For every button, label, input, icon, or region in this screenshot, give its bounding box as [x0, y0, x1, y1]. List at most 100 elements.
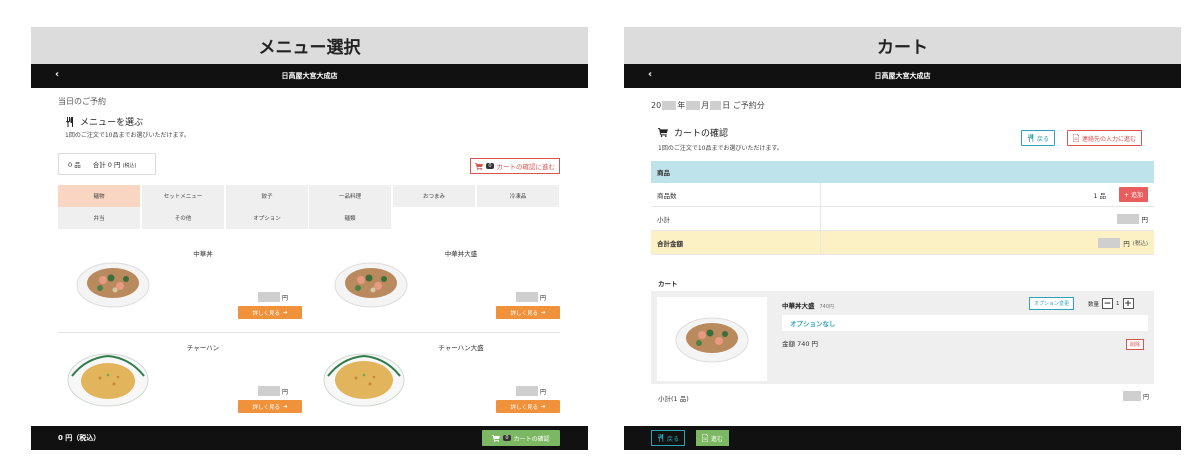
product-price: 円: [257, 292, 288, 302]
cart-panel: カート ‹ 日高屋大宮大成店 20 年 月 日 ご予約分 カートの確認 1回のご…: [624, 27, 1181, 450]
tab-category[interactable]: 餃子: [226, 185, 309, 207]
detail-button[interactable]: 詳しく見る ➔: [496, 306, 560, 319]
add-item-button[interactable]: + 追加: [1119, 187, 1148, 202]
order-limit-note: 1回のご注文で10品までお選びいただけます。: [658, 145, 783, 152]
arrow-right-icon: ➔: [282, 403, 288, 410]
arrow-right-icon: ➔: [540, 403, 546, 410]
detail-button[interactable]: 詳しく見る ➔: [496, 400, 560, 413]
contact-input-button[interactable]: 連絡先の入力に進む: [1067, 130, 1143, 146]
bottom-next-button[interactable]: 進む: [696, 430, 730, 446]
tab-category[interactable]: 麺類: [309, 207, 392, 229]
product-name: チャーハン大盛: [438, 344, 484, 352]
subtotal-label: 小計(1 品): [658, 395, 689, 403]
detail-button[interactable]: 詳しく見る ➔: [238, 306, 302, 319]
cart-icon: [658, 128, 668, 137]
fork-knife-icon: [657, 434, 664, 442]
bottom-bar: 戻る 進む: [624, 426, 1181, 450]
product-price: 円: [515, 292, 546, 302]
product-name: 中華丼: [193, 250, 213, 258]
product-card: 中華丼 円 詳しく見る ➔: [58, 248, 302, 328]
cart-summary-table: 商品 商品数 1 品 + 追加 小計 円 合計金額 円 (税込): [651, 161, 1154, 255]
delete-button[interactable]: 削除: [1126, 339, 1145, 350]
bottom-bar: 0 円（税込） 0 カートの確認: [31, 426, 588, 450]
menu-content: 当日のご予約 メニューを選ぶ 1回のご注文で10品までお選びいただけます。 0 …: [31, 88, 588, 426]
panel-title: メニュー選択: [31, 27, 588, 64]
option-change-button[interactable]: オプション変更: [1029, 297, 1075, 310]
plus-icon: +: [1124, 192, 1130, 199]
day-label: 当日のご予約: [58, 97, 106, 106]
cart-item-name: 中華丼大盛 740円: [782, 302, 835, 310]
total-amount: 合計 0 円 (税込): [92, 161, 137, 169]
item-count-value: 1 品: [1093, 191, 1107, 200]
store-name: 日高屋大宮大成店: [874, 72, 931, 80]
table-row: 合計金額 円 (税込): [651, 231, 1154, 255]
product-price: 円: [257, 386, 288, 396]
product-image: [76, 262, 150, 308]
tab-category[interactable]: 冷凍品: [477, 185, 560, 207]
arrow-right-icon: ➔: [540, 309, 546, 316]
cart-badge: 0: [486, 163, 494, 169]
detail-button[interactable]: 詳しく見る ➔: [238, 400, 302, 413]
product-image: [323, 353, 405, 407]
subtotal-value: 円: [1122, 391, 1149, 401]
document-icon: [702, 434, 708, 442]
tab-category[interactable]: セットメニュー: [142, 185, 225, 207]
section-header: カートの確認: [658, 126, 728, 139]
cart-summary: 0 品 合計 0 円 (税込): [58, 153, 156, 175]
arrow-right-icon: ➔: [282, 309, 288, 316]
fork-knife-icon: [1027, 134, 1034, 142]
cart-confirm-label: カートの確認: [513, 435, 550, 443]
product-price: 円: [515, 386, 546, 396]
bottom-total: 0 円（税込）: [58, 434, 101, 442]
store-navbar: ‹ 日高屋大宮大成店: [624, 64, 1181, 88]
quantity-value: 1: [1116, 300, 1120, 307]
chevron-left-icon[interactable]: ‹: [55, 69, 59, 80]
cart-item: 中華丼大盛 740円 オプション変更 数量 − 1 + オプションなし 金額 74…: [651, 291, 1154, 384]
menu-selection-panel: メニュー選択 ‹ 日高屋大宮大成店 当日のご予約 メニューを選ぶ 1回のご注文で…: [31, 27, 588, 450]
table-row: 小計 円: [651, 207, 1154, 231]
section-title: カートの確認: [674, 129, 729, 139]
quantity-label: 数量: [1088, 301, 1100, 308]
go-to-cart-label: カートの確認に進む: [496, 163, 556, 171]
row-divider: [58, 332, 560, 333]
product-card: チャーハン 円 詳しく見る ➔: [58, 342, 302, 422]
order-limit-note: 1回のご注文で10品までお選びいただけます。: [65, 132, 190, 139]
section-title: メニューを選ぶ: [80, 118, 144, 128]
tab-category[interactable]: その他: [142, 207, 225, 229]
cart-icon: [492, 434, 501, 442]
section-header: メニューを選ぶ: [65, 115, 143, 128]
option-status: オプションなし: [782, 315, 1148, 331]
table-row: 商品数 1 品 + 追加: [651, 183, 1154, 207]
cart-confirm-button[interactable]: 0 カートの確認: [482, 430, 560, 446]
fork-knife-icon: [66, 116, 73, 127]
tab-category[interactable]: おつまみ: [393, 185, 476, 207]
reservation-date: 20 年 月 日 ご予約分: [651, 101, 765, 110]
cart-label: カート: [658, 280, 678, 288]
cart-icon: [475, 162, 484, 170]
tab-category[interactable]: 一品料理: [309, 185, 392, 207]
table-header: 商品: [651, 161, 1154, 183]
chevron-left-icon[interactable]: ‹: [648, 69, 652, 80]
store-navbar: ‹ 日高屋大宮大成店: [31, 64, 588, 88]
store-name: 日高屋大宮大成店: [281, 72, 338, 80]
unit-price: 740円: [819, 304, 835, 310]
tab-category[interactable]: 麺物: [58, 185, 141, 207]
product-name: 中華丼大盛: [444, 250, 478, 258]
quantity-plus-button[interactable]: +: [1122, 298, 1134, 309]
tab-category[interactable]: オプション: [226, 207, 309, 229]
back-button[interactable]: 戻る: [1021, 130, 1056, 146]
quantity-minus-button[interactable]: −: [1102, 298, 1114, 309]
product-image: [67, 353, 149, 407]
tab-category[interactable]: 弁当: [58, 207, 141, 229]
product-card: チャーハン大盛 円 詳しく見る ➔: [316, 342, 560, 422]
cart-content: 20 年 月 日 ご予約分 カートの確認 1回のご注文で10品までお選びいただけ…: [624, 88, 1181, 426]
product-image: [334, 262, 408, 308]
go-to-cart-button[interactable]: 0 カートの確認に進む: [470, 158, 560, 174]
product-image: [675, 317, 749, 363]
product-card: 中華丼大盛 円 詳しく見る ➔: [316, 248, 560, 328]
bottom-back-button[interactable]: 戻る: [651, 430, 686, 446]
document-icon: [1073, 134, 1079, 142]
product-name: チャーハン: [186, 344, 220, 352]
quantity-stepper: 数量 − 1 +: [1088, 298, 1134, 309]
item-amount: 金額 740 円: [782, 340, 819, 348]
